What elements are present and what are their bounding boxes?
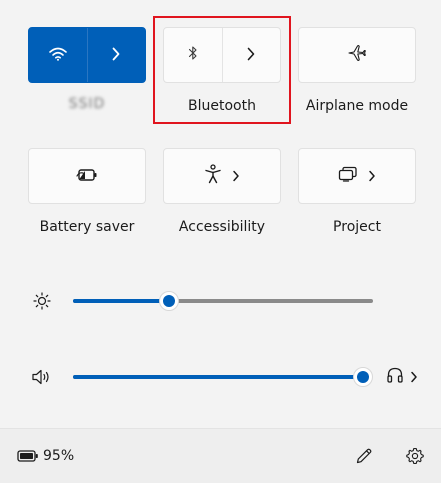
airplane-mode-label: Airplane mode [305, 98, 409, 114]
accessibility-icon [204, 164, 222, 188]
airplane-icon [347, 44, 367, 66]
battery-saver-label: Battery saver [39, 219, 135, 235]
chevron-right-icon [410, 368, 418, 387]
brightness-slider-row [0, 281, 441, 321]
accessibility-tile[interactable] [163, 148, 281, 204]
project-icon [338, 166, 358, 186]
wifi-ssid-label: SSID [68, 96, 106, 112]
audio-output-button[interactable] [383, 366, 421, 388]
quick-settings-footer: 95% [0, 428, 441, 483]
chevron-right-icon [368, 167, 376, 186]
speaker-icon[interactable] [31, 367, 53, 387]
battery-saver-icon [76, 167, 98, 186]
chevron-right-icon [246, 46, 256, 65]
volume-slider-thumb-dot [357, 371, 369, 383]
bluetooth-tile[interactable] [163, 27, 281, 83]
accessibility-label: Accessibility [178, 219, 266, 235]
wifi-expand-button[interactable] [87, 28, 145, 82]
volume-slider-track[interactable] [73, 375, 363, 379]
wifi-toggle[interactable] [29, 28, 87, 82]
project-tile[interactable] [298, 148, 416, 204]
wifi-icon [48, 46, 67, 65]
bluetooth-toggle[interactable] [164, 28, 222, 82]
sun-icon [32, 291, 52, 311]
wifi-tile[interactable] [28, 27, 146, 83]
bluetooth-label: Bluetooth [188, 98, 256, 114]
volume-slider-fill [73, 375, 363, 379]
brightness-slider-thumb[interactable] [159, 291, 179, 311]
bluetooth-icon [188, 45, 198, 65]
brightness-slider-thumb-dot [163, 295, 175, 307]
volume-slider-thumb[interactable] [353, 367, 373, 387]
volume-slider-row [0, 357, 441, 397]
battery-percentage: 95% [43, 448, 75, 464]
brightness-slider-fill [73, 299, 169, 303]
pencil-icon[interactable] [353, 445, 375, 467]
bluetooth-expand-button[interactable] [222, 28, 280, 82]
chevron-right-icon [232, 167, 240, 186]
project-label: Project [333, 219, 381, 235]
brightness-slider-track[interactable] [73, 299, 373, 303]
airplane-mode-tile[interactable] [298, 27, 416, 83]
quick-settings-panel: SSID Bluetooth Airplane mode Battery sav… [0, 0, 441, 483]
battery-icon[interactable] [17, 449, 39, 463]
gear-icon[interactable] [404, 445, 426, 467]
headphones-icon [386, 366, 404, 388]
chevron-right-icon [111, 46, 121, 65]
battery-saver-tile[interactable] [28, 148, 146, 204]
